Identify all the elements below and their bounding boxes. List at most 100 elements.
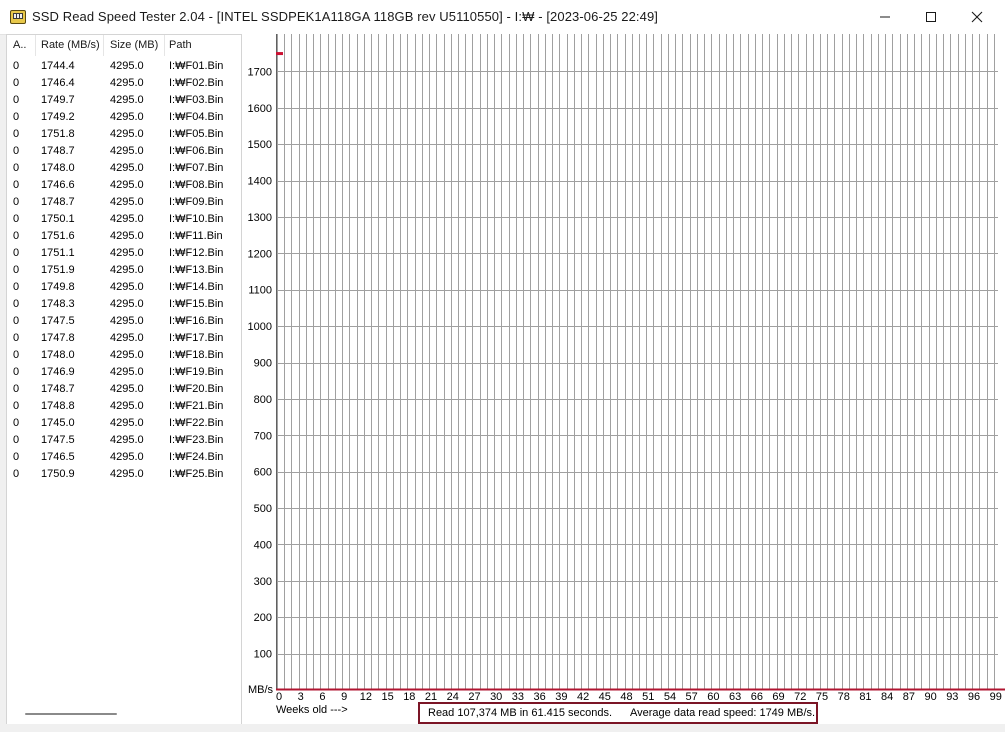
cell-size: 4295.0	[110, 315, 144, 327]
cell-a: 0	[13, 128, 20, 140]
table-row[interactable]: 0 1747.5 4295.0 I:₩F16.Bin	[7, 313, 241, 330]
column-header-path[interactable]: Path	[163, 35, 241, 56]
cell-a: 0	[13, 281, 20, 293]
cell-a: 0	[13, 77, 20, 89]
window-title: SSD Read Speed Tester 2.04 - [INTEL SSDP…	[32, 9, 658, 24]
y-tick-label: 1000	[248, 321, 272, 333]
cell-path: I:₩F09.Bin	[169, 196, 224, 208]
cell-a: 0	[13, 196, 20, 208]
cell-path: I:₩F20.Bin	[169, 383, 224, 395]
cell-size: 4295.0	[110, 145, 144, 157]
table-row[interactable]: 0 1746.6 4295.0 I:₩F08.Bin	[7, 177, 241, 194]
table-row[interactable]: 0 1751.6 4295.0 I:₩F11.Bin	[7, 228, 241, 245]
table-row[interactable]: 0 1748.8 4295.0 I:₩F21.Bin	[7, 398, 241, 415]
table-row[interactable]: 0 1747.8 4295.0 I:₩F17.Bin	[7, 330, 241, 347]
table-row[interactable]: 0 1749.8 4295.0 I:₩F14.Bin	[7, 279, 241, 296]
column-header-rate[interactable]: Rate (MB/s)	[35, 35, 103, 56]
x-tick-label: 87	[903, 691, 915, 703]
cell-path: I:₩F22.Bin	[169, 417, 224, 429]
cell-path: I:₩F11.Bin	[169, 230, 223, 242]
cell-rate: 1748.3	[41, 298, 75, 310]
cell-a: 0	[13, 247, 20, 259]
file-list[interactable]: A.. Rate (MB/s) Size (MB) Path 0 1744.4 42…	[6, 34, 242, 726]
cell-a: 0	[13, 94, 20, 106]
table-row[interactable]: 0 1744.4 4295.0 I:₩F01.Bin	[7, 58, 241, 75]
chart-area: 100 200 300 400 500 600 700 800 900 1000 1100 1200 1…	[242, 34, 1005, 724]
cell-a: 0	[13, 213, 20, 225]
cell-rate: 1751.6	[41, 230, 75, 242]
table-row[interactable]: 0 1746.5 4295.0 I:₩F24.Bin	[7, 449, 241, 466]
column-header-a[interactable]: A..	[7, 35, 35, 56]
cell-path: I:₩F19.Bin	[169, 366, 224, 378]
cell-a: 0	[13, 332, 20, 344]
close-button[interactable]	[954, 0, 1000, 34]
table-row[interactable]: 0 1746.4 4295.0 I:₩F02.Bin	[7, 75, 241, 92]
cell-a: 0	[13, 315, 20, 327]
cell-a: 0	[13, 145, 20, 157]
maximize-button[interactable]	[908, 0, 954, 34]
cell-path: I:₩F03.Bin	[169, 94, 224, 106]
y-tick-label: 300	[254, 576, 272, 588]
cell-rate: 1747.5	[41, 315, 75, 327]
cell-size: 4295.0	[110, 111, 144, 123]
minimize-button[interactable]	[862, 0, 908, 34]
cell-rate: 1751.1	[41, 247, 75, 259]
y-tick-label: 1700	[248, 66, 272, 78]
table-row[interactable]: 0 1751.9 4295.0 I:₩F13.Bin	[7, 262, 241, 279]
cell-a: 0	[13, 434, 20, 446]
cell-a: 0	[13, 60, 20, 72]
cell-a: 0	[13, 111, 20, 123]
column-header-size[interactable]: Size (MB)	[104, 35, 164, 56]
cell-size: 4295.0	[110, 128, 144, 140]
table-row[interactable]: 0 1749.2 4295.0 I:₩F04.Bin	[7, 109, 241, 126]
cell-path: I:₩F12.Bin	[169, 247, 224, 259]
cell-rate: 1751.8	[41, 128, 75, 140]
table-row[interactable]: 0 1748.0 4295.0 I:₩F18.Bin	[7, 347, 241, 364]
cell-size: 4295.0	[110, 349, 144, 361]
cell-path: I:₩F04.Bin	[169, 111, 224, 123]
cell-size: 4295.0	[110, 383, 144, 395]
table-row[interactable]: 0 1748.3 4295.0 I:₩F15.Bin	[7, 296, 241, 313]
cell-rate: 1748.7	[41, 383, 75, 395]
cell-a: 0	[13, 417, 20, 429]
cell-size: 4295.0	[110, 213, 144, 225]
cell-a: 0	[13, 451, 20, 463]
table-row[interactable]: 0 1750.1 4295.0 I:₩F10.Bin	[7, 211, 241, 228]
cell-size: 4295.0	[110, 77, 144, 89]
cell-rate: 1748.8	[41, 400, 75, 412]
x-axis-label: Weeks old --->	[276, 704, 348, 716]
table-row[interactable]: 0 1747.5 4295.0 I:₩F23.Bin	[7, 432, 241, 449]
cell-size: 4295.0	[110, 400, 144, 412]
title-bar[interactable]: SSD Read Speed Tester 2.04 - [INTEL SSDP…	[0, 0, 1005, 35]
cell-path: I:₩F16.Bin	[169, 315, 224, 327]
horizontal-scrollbar[interactable]	[25, 713, 117, 715]
x-tick-label: 81	[859, 691, 871, 703]
cell-path: I:₩F13.Bin	[169, 264, 224, 276]
close-icon	[971, 11, 983, 23]
cell-path: I:₩F18.Bin	[169, 349, 224, 361]
cell-rate: 1748.7	[41, 196, 75, 208]
table-row[interactable]: 0 1750.9 4295.0 I:₩F25.Bin	[7, 466, 241, 483]
x-tick-label: 84	[881, 691, 893, 703]
x-tick-label: 15	[381, 691, 393, 703]
table-row[interactable]: 0 1748.7 4295.0 I:₩F20.Bin	[7, 381, 241, 398]
cell-rate: 1744.4	[41, 60, 75, 72]
table-row[interactable]: 0 1746.9 4295.0 I:₩F19.Bin	[7, 364, 241, 381]
table-row[interactable]: 0 1751.8 4295.0 I:₩F05.Bin	[7, 126, 241, 143]
table-row[interactable]: 0 1751.1 4295.0 I:₩F12.Bin	[7, 245, 241, 262]
x-tick-label: 93	[946, 691, 958, 703]
cell-path: I:₩F21.Bin	[169, 400, 224, 412]
y-tick-label: 900	[254, 358, 272, 370]
drive-icon	[10, 10, 26, 24]
cell-path: I:₩F14.Bin	[169, 281, 224, 293]
x-tick-label: 9	[341, 691, 347, 703]
cell-a: 0	[13, 468, 20, 480]
table-row[interactable]: 0 1748.0 4295.0 I:₩F07.Bin	[7, 160, 241, 177]
y-tick-label: 1300	[248, 212, 272, 224]
table-row[interactable]: 0 1749.7 4295.0 I:₩F03.Bin	[7, 92, 241, 109]
cell-path: I:₩F10.Bin	[169, 213, 224, 225]
table-row[interactable]: 0 1748.7 4295.0 I:₩F06.Bin	[7, 143, 241, 160]
cell-path: I:₩F15.Bin	[169, 298, 224, 310]
table-row[interactable]: 0 1748.7 4295.0 I:₩F09.Bin	[7, 194, 241, 211]
table-row[interactable]: 0 1745.0 4295.0 I:₩F22.Bin	[7, 415, 241, 432]
